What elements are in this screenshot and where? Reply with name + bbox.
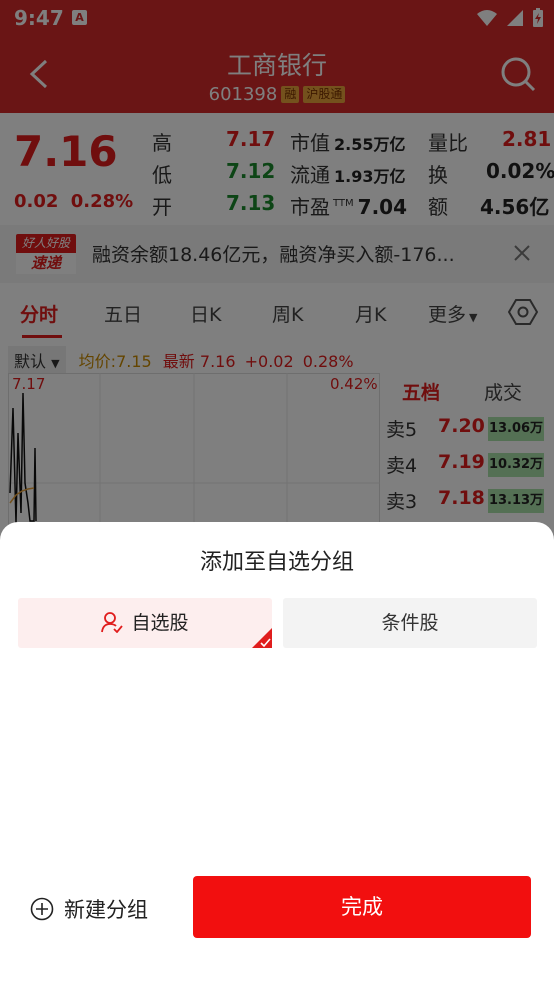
selected-check-icon: [252, 628, 272, 648]
new-group-button[interactable]: 新建分组: [30, 894, 148, 924]
plus-circle-icon: [30, 897, 54, 921]
add-to-watchlist-sheet: 添加至自选分组 自选股 条件股 新建分组 完成: [0, 522, 554, 984]
new-group-label: 新建分组: [64, 898, 148, 922]
done-button[interactable]: 完成: [193, 876, 531, 938]
group-watchlist-label: 自选股: [131, 612, 189, 634]
sheet-title: 添加至自选分组: [199, 550, 354, 575]
group-condition-button[interactable]: 条件股: [283, 598, 537, 648]
user-check-icon: [101, 612, 124, 633]
group-watchlist-button[interactable]: 自选股: [18, 598, 272, 648]
